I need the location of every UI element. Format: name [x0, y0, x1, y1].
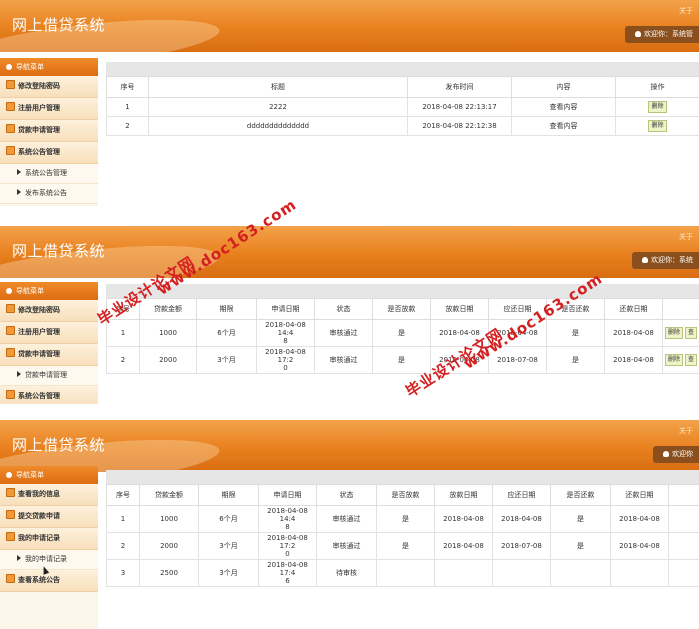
view-button[interactable]: 查	[685, 327, 698, 339]
menu-item-loan-apps[interactable]: 贷款申请管理	[0, 344, 98, 366]
calendar-icon	[6, 532, 15, 541]
menu-item-view-announcements[interactable]: 查看系统公告	[0, 570, 98, 592]
user-icon	[663, 451, 669, 457]
edit-icon	[6, 510, 15, 519]
table-row: 3 2500 3个月 2018-04-08 17:46 待审核 删	[106, 559, 699, 587]
table-row: 1 1000 6个月 2018-04-08 14:4 8 审核通过 是 2018-…	[106, 319, 699, 347]
loan-table: 序号 贷款金额 期限 申请日期 状态 是否放款 放款日期 应还日期 是否还款 还…	[106, 298, 699, 374]
my-loan-table: 序号 贷款金额 期限 申请日期 状态 是否放款 放款日期 应还日期 是否还款 还…	[106, 484, 699, 587]
table-row: 1 1000 6个月 2018-04-08 14:4 8 审核通过 是 2018-…	[106, 505, 699, 533]
col-header: 标题	[148, 76, 408, 98]
app-header: 网上借贷系统 关于 欢迎你	[0, 420, 699, 472]
toolbar-bar	[106, 284, 699, 298]
table-header-row: 序号 标题 发布时间 内容 操作	[106, 76, 699, 98]
view-content-link[interactable]: 查看内容	[511, 116, 616, 136]
sidebar: 导航菜单 修改登陆密码 注册用户管理 贷款申请管理 系统公告管理 系统公告管理 …	[0, 58, 98, 206]
user-icon	[642, 257, 648, 263]
toolbar-bar	[106, 470, 699, 484]
welcome-badge: 欢迎你：系统	[632, 252, 699, 269]
menu-icon	[6, 64, 12, 70]
sub-item-publish-announcement[interactable]: 发布系统公告	[0, 184, 98, 204]
toolbar-bar	[106, 62, 699, 76]
nav-menu-header: 导航菜单	[0, 58, 98, 76]
menu-item-users[interactable]: 注册用户管理	[0, 322, 98, 344]
screenshot-panel-1: 网上借贷系统 关于 欢迎你：系统管 导航菜单 修改登陆密码 注册用户管理 贷款申…	[0, 0, 699, 206]
table-header-row: 序号 贷款金额 期限 申请日期 状态 是否放款 放款日期 应还日期 是否还款 还…	[106, 298, 699, 320]
menu-item-change-password[interactable]: 修改登陆密码	[0, 300, 98, 322]
table-row: 2 2000 3个月 2018-04-08 17:2 0 审核通过 是 2018-…	[106, 346, 699, 374]
table-row: 1 2222 2018-04-08 22:13:17 查看内容 删除	[106, 97, 699, 117]
caret-right-icon	[17, 169, 21, 175]
view-button[interactable]: 查	[685, 354, 698, 366]
app-header: 网上借贷系统 关于 欢迎你：系统管	[0, 0, 699, 52]
app-title: 网上借贷系统	[12, 242, 106, 260]
table-row: 2 dddddddddddddd 2018-04-08 22:12:38 查看内…	[106, 116, 699, 136]
content-area: 序号 贷款金额 期限 申请日期 状态 是否放款 放款日期 应还日期 是否还款 还…	[106, 470, 699, 587]
col-header: 操作	[615, 76, 699, 98]
menu-item-loan-apps[interactable]: 贷款申请管理	[0, 120, 98, 142]
sidebar: 导航菜单 修改登陆密码 注册用户管理 贷款申请管理 贷款申请管理 系统公告管理	[0, 282, 98, 404]
delete-button[interactable]: 删除	[648, 120, 667, 132]
sub-item-announcement-manage[interactable]: 系统公告管理	[0, 164, 98, 184]
menu-item-announcements[interactable]: 系统公告管理	[0, 142, 98, 164]
sub-item-my-records[interactable]: 我的申请记录	[0, 550, 98, 570]
welcome-badge: 欢迎你	[653, 446, 699, 463]
calendar-icon	[6, 574, 15, 583]
caret-right-icon	[17, 555, 21, 561]
content-area: 序号 标题 发布时间 内容 操作 1 2222 2018-04-08 22:13…	[106, 62, 699, 136]
edit-icon	[6, 102, 15, 111]
app-title: 网上借贷系统	[12, 16, 106, 34]
nav-menu-header: 导航菜单	[0, 282, 98, 300]
about-link[interactable]: 关于	[679, 6, 693, 16]
edit-icon	[6, 326, 15, 335]
calendar-icon	[6, 124, 15, 133]
announcement-table: 序号 标题 发布时间 内容 操作 1 2222 2018-04-08 22:13…	[106, 76, 699, 136]
table-row: 2 2000 3个月 2018-04-08 17:2 0 审核通过 是 2018-…	[106, 532, 699, 560]
nav-menu-header: 导航菜单	[0, 466, 98, 484]
delete-button[interactable]: 删除	[665, 327, 684, 339]
about-link[interactable]: 关于	[679, 426, 693, 436]
menu-item-submit-loan[interactable]: 提交贷款申请	[0, 506, 98, 528]
menu-item-my-info[interactable]: 查看我的信息	[0, 484, 98, 506]
delete-button[interactable]: 删除	[648, 101, 667, 113]
about-link[interactable]: 关于	[679, 232, 693, 242]
screenshot-panel-3: 网上借贷系统 关于 欢迎你 导航菜单 查看我的信息 提交贷款申请 我的申请记录 …	[0, 420, 699, 629]
calendar-icon	[6, 390, 15, 399]
col-header: 发布时间	[407, 76, 512, 98]
welcome-text: 欢迎你：系统	[651, 256, 693, 264]
menu-item-my-records[interactable]: 我的申请记录	[0, 528, 98, 550]
view-content-link[interactable]: 查看内容	[511, 97, 616, 117]
welcome-text: 欢迎你	[672, 450, 693, 458]
content-area: 序号 贷款金额 期限 申请日期 状态 是否放款 放款日期 应还日期 是否还款 还…	[106, 284, 699, 374]
menu-icon	[6, 472, 12, 478]
col-header: 序号	[106, 76, 149, 98]
col-header: 内容	[511, 76, 616, 98]
caret-right-icon	[17, 189, 21, 195]
app-title: 网上借贷系统	[12, 436, 106, 454]
delete-button[interactable]: 删除	[665, 354, 684, 366]
welcome-badge: 欢迎你：系统管	[625, 26, 699, 43]
calendar-icon	[6, 348, 15, 357]
caret-right-icon	[17, 371, 21, 377]
edit-icon	[6, 80, 15, 89]
edit-icon	[6, 304, 15, 313]
welcome-text: 欢迎你：系统管	[644, 30, 693, 38]
sidebar: 导航菜单 查看我的信息 提交贷款申请 我的申请记录 我的申请记录 查看系统公告	[0, 466, 98, 629]
menu-item-users[interactable]: 注册用户管理	[0, 98, 98, 120]
menu-item-change-password[interactable]: 修改登陆密码	[0, 76, 98, 98]
sub-item-loan-manage[interactable]: 贷款申请管理	[0, 366, 98, 386]
user-icon	[635, 31, 641, 37]
menu-item-announcements[interactable]: 系统公告管理	[0, 386, 98, 404]
table-header-row: 序号 贷款金额 期限 申请日期 状态 是否放款 放款日期 应还日期 是否还款 还…	[106, 484, 699, 506]
menu-icon	[6, 288, 12, 294]
edit-icon	[6, 488, 15, 497]
calendar-icon	[6, 146, 15, 155]
